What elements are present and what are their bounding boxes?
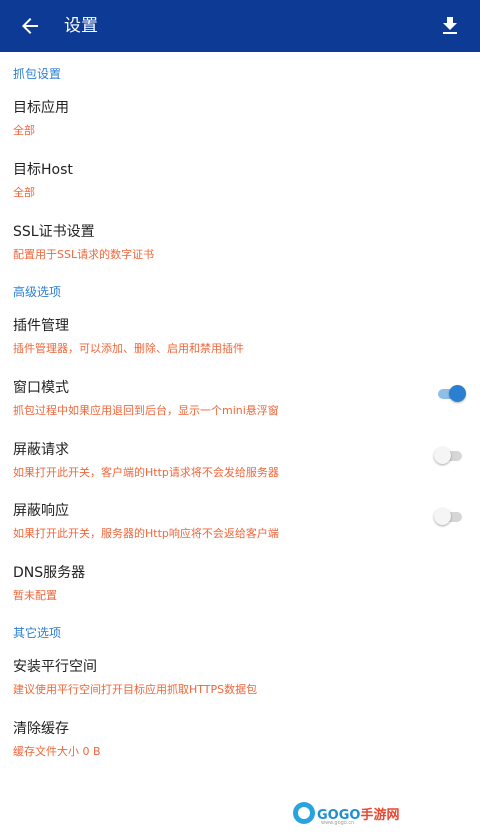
section-header-advanced: 高级选项 (13, 285, 62, 299)
page-title: 设置 (64, 16, 98, 36)
window-mode-switch[interactable] (436, 384, 466, 404)
switch-thumb (434, 447, 451, 464)
setting-block-response[interactable]: 屏蔽响应 如果打开此开关，服务器的Http响应将不会返给客户端 (0, 500, 480, 558)
setting-summary: 如果打开此开关，服务器的Http响应将不会返给客户端 (13, 527, 279, 540)
setting-title: 插件管理 (13, 318, 69, 334)
setting-title: 屏蔽响应 (13, 503, 69, 519)
setting-title: 窗口模式 (13, 380, 69, 396)
block-request-switch[interactable] (434, 446, 464, 466)
watermark-brand-red: 手游网 (360, 808, 400, 823)
watermark-logo: GOGO手游网 www.gogo.cn (293, 800, 399, 828)
switch-thumb (434, 508, 451, 525)
setting-summary: 建议使用平行空间打开目标应用抓取HTTPS数据包 (13, 683, 258, 696)
setting-summary: 暂未配置 (13, 589, 57, 602)
setting-window-mode[interactable]: 窗口模式 抓包过程中如果应用退回到后台，显示一个mini悬浮窗 (0, 377, 480, 435)
setting-dns-server[interactable]: DNS服务器 暂未配置 (0, 562, 480, 620)
section-header-capture: 抓包设置 (13, 67, 62, 81)
setting-summary: 插件管理器，可以添加、删除、启用和禁用插件 (13, 342, 244, 355)
setting-plugins[interactable]: 插件管理 插件管理器，可以添加、删除、启用和禁用插件 (0, 315, 480, 373)
setting-title: SSL证书设置 (13, 224, 95, 240)
setting-summary: 缓存文件大小 0 B (13, 745, 101, 758)
download-icon[interactable] (438, 14, 462, 38)
setting-title: 屏蔽请求 (13, 442, 69, 458)
watermark-url: www.gogo.cn (321, 820, 355, 826)
setting-title: DNS服务器 (13, 565, 86, 581)
setting-title: 目标Host (13, 162, 73, 178)
setting-ssl-cert[interactable]: SSL证书设置 配置用于SSL请求的数字证书 (0, 221, 480, 279)
setting-title: 安装平行空间 (13, 659, 97, 675)
setting-summary: 配置用于SSL请求的数字证书 (13, 248, 155, 261)
watermark-emblem-icon (293, 802, 315, 824)
setting-summary: 全部 (13, 124, 35, 137)
setting-block-request[interactable]: 屏蔽请求 如果打开此开关，客户端的Http请求将不会发给服务器 (0, 439, 480, 497)
switch-thumb (449, 385, 466, 402)
setting-title: 目标应用 (13, 100, 69, 116)
setting-target-app[interactable]: 目标应用 全部 (0, 97, 480, 155)
section-header-other: 其它选项 (13, 626, 62, 640)
setting-parallel-space[interactable]: 安装平行空间 建议使用平行空间打开目标应用抓取HTTPS数据包 (0, 656, 480, 714)
block-response-switch[interactable] (434, 507, 464, 527)
setting-summary: 全部 (13, 186, 35, 199)
setting-target-host[interactable]: 目标Host 全部 (0, 159, 480, 217)
setting-summary: 如果打开此开关，客户端的Http请求将不会发给服务器 (13, 466, 279, 479)
setting-title: 清除缓存 (13, 721, 69, 737)
arrow-left-icon[interactable] (18, 14, 42, 38)
setting-clear-cache[interactable]: 清除缓存 缓存文件大小 0 B (0, 718, 480, 776)
setting-summary: 抓包过程中如果应用退回到后台，显示一个mini悬浮窗 (13, 404, 279, 417)
app-bar: 设置 (0, 0, 480, 52)
